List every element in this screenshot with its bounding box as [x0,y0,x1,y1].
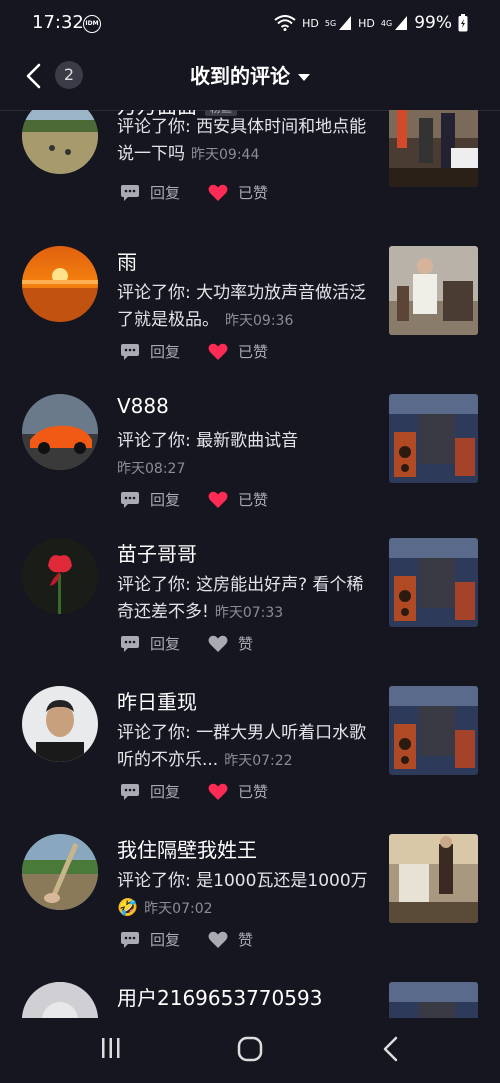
comment-item[interactable]: 昨日重现 评论了你: 一群大男人听着口水歌 听的不亦乐... 昨天07:22 回复… [0,686,500,834]
heart-filled-icon [208,184,228,201]
video-thumbnail[interactable] [389,982,478,1018]
avatar[interactable] [22,538,98,614]
like-button[interactable]: 已赞 [208,341,268,362]
comment-actions: 回复 已赞 [120,781,296,802]
heart-filled-icon [208,491,228,508]
heart-outline-icon [208,931,228,948]
reply-button[interactable]: 回复 [120,182,180,203]
idm-icon: IDM [83,15,101,33]
video-thumbnail[interactable] [389,834,478,923]
commenter-name[interactable]: V888 [117,394,169,418]
comment-text[interactable]: 评论了你: 最新歌曲试音 昨天08:27 [117,428,372,483]
hd-label-2: HD [358,16,375,30]
comment-list[interactable]: 万万面面粉丝 评论了你: 西安具体时间和地点能说一下吗昨天09:44 回复 已赞… [0,110,500,1018]
video-thumbnail[interactable] [389,246,478,335]
status-time: 17:32 [32,12,84,33]
signal-icon-2 [395,16,408,30]
video-thumbnail[interactable] [389,394,478,483]
comment-item[interactable]: 我住隔壁我姓王 评论了你: 是1000瓦还是1000万🤣 昨天07:02 回复 赞 [0,834,500,982]
hd-label-1: HD [302,16,319,30]
heart-filled-icon [208,343,228,360]
comment-item[interactable]: 万万面面粉丝 评论了你: 西安具体时间和地点能说一下吗昨天09:44 回复 已赞 [0,110,500,246]
reply-button[interactable]: 回复 [120,341,180,362]
video-thumbnail[interactable] [389,538,478,627]
avatar[interactable] [22,246,98,322]
reply-button[interactable]: 回复 [120,633,180,654]
page-title-text: 收到的评论 [190,64,290,88]
comment-text[interactable]: 评论了你: 这房能出好声? 看个稀奇还差不多! 昨天07:33 [117,572,372,627]
comment-text[interactable]: 评论了你: 一群大男人听着口水歌 听的不亦乐... 昨天07:22 [117,720,372,775]
signal-icon [339,16,352,30]
comment-text[interactable]: 评论了你: 是1000瓦还是1000万🤣 昨天07:02 [117,868,372,923]
like-button[interactable]: 已赞 [208,489,268,510]
like-button[interactable]: 赞 [208,633,253,654]
video-thumbnail[interactable] [389,110,478,187]
recent-apps-icon[interactable] [99,1036,123,1060]
comment-actions: 回复 已赞 [120,182,296,203]
comment-item[interactable]: V888 评论了你: 最新歌曲试音 昨天08:27 回复 已赞 [0,394,500,542]
battery-text: 99% [414,13,452,33]
reply-bubble-icon [121,343,139,360]
comment-time: 昨天07:22 [224,753,293,769]
avatar[interactable] [22,110,98,174]
comment-actions: 回复 已赞 [120,341,296,362]
reply-bubble-icon [121,931,139,948]
wifi-icon [274,15,296,31]
reply-bubble-icon [121,783,139,800]
comment-time: 昨天07:02 [144,901,213,917]
comment-actions: 回复 赞 [120,929,281,950]
commenter-name[interactable]: 用户2169653770593 [117,982,322,1011]
signal-4g-label: 4G [380,18,393,28]
comment-actions: 回复 赞 [120,633,281,654]
avatar[interactable] [22,686,98,762]
commenter-name[interactable]: 昨日重现 [117,686,197,715]
video-thumbnail[interactable] [389,686,478,775]
comment-actions: 回复 已赞 [120,489,296,510]
comment-item[interactable]: 苗子哥哥 评论了你: 这房能出好声? 看个稀奇还差不多! 昨天07:33 回复 赞 [0,538,500,686]
commenter-name[interactable]: 苗子哥哥 [117,538,197,567]
heart-outline-icon [208,635,228,652]
heart-filled-icon [208,783,228,800]
status-icons: HD 5G HD 4G 99% [274,13,468,33]
comment-text[interactable]: 评论了你: 西安具体时间和地点能说一下吗 昨天09:44 [117,114,372,169]
status-bar: 17:32 IDM HD 5G HD 4G 99% [0,0,500,48]
avatar[interactable] [22,982,98,1018]
dropdown-caret-icon [298,74,310,81]
reply-button[interactable]: 回复 [120,489,180,510]
like-button[interactable]: 已赞 [208,182,268,203]
battery-icon [458,14,468,32]
comment-time: 昨天09:44 [191,147,260,163]
comment-text[interactable]: 评论了你: 大功率功放声音做活泛了就是极品。 昨天09:36 [117,280,372,335]
avatar[interactable] [22,394,98,470]
comment-time: 昨天07:33 [214,605,284,621]
signal-5g-label: 5G [324,18,337,28]
reply-button[interactable]: 回复 [120,781,180,802]
comment-item[interactable]: 雨 评论了你: 大功率功放声音做活泛了就是极品。 昨天09:36 回复 已赞 [0,246,500,394]
reply-bubble-icon [121,635,139,652]
like-button[interactable]: 赞 [208,929,253,950]
header: 2 收到的评论 [0,48,500,111]
home-icon[interactable] [237,1036,263,1062]
avatar[interactable] [22,834,98,910]
back-nav-icon[interactable] [380,1036,402,1062]
reply-button[interactable]: 回复 [120,929,180,950]
reply-bubble-icon [121,491,139,508]
comment-time: 昨天08:27 [117,461,186,477]
system-nav-bar [0,1018,500,1083]
page-title[interactable]: 收到的评论 [0,60,500,89]
commenter-name[interactable]: 雨 [117,246,137,275]
comment-item[interactable]: 用户2169653770593 [0,982,500,1018]
like-button[interactable]: 已赞 [208,781,268,802]
comment-time: 昨天09:36 [225,313,294,329]
commenter-name[interactable]: 我住隔壁我姓王 [117,834,257,863]
reply-bubble-icon [121,184,139,201]
